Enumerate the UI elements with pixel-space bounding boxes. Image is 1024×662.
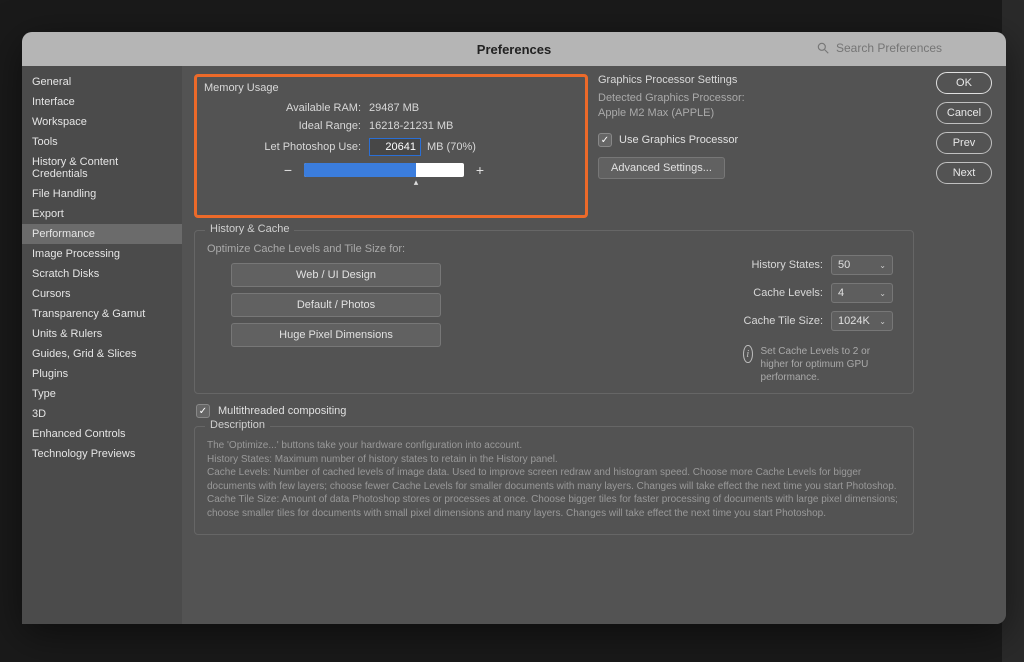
sidebar: GeneralInterfaceWorkspaceToolsHistory & … <box>22 66 182 624</box>
sidebar-item-tools[interactable]: Tools <box>22 132 182 152</box>
cache-levels-value: 4 <box>838 287 844 299</box>
sidebar-item-performance[interactable]: Performance <box>22 224 182 244</box>
cache-tile-size-label: Cache Tile Size: <box>744 315 823 327</box>
graphics-processor-group: Graphics Processor Settings Detected Gra… <box>598 74 914 179</box>
cache-levels-label: Cache Levels: <box>753 287 823 299</box>
multithread-label: Multithreaded compositing <box>218 405 346 417</box>
available-ram-row: Available RAM: 29487 MB <box>204 102 574 114</box>
preferences-window: Preferences GeneralInterfaceWorkspaceToo… <box>22 32 1006 624</box>
memory-suffix: MB (70%) <box>427 141 476 153</box>
ideal-range-value: 16218-21231 MB <box>369 120 453 132</box>
ideal-range-row: Ideal Range: 16218-21231 MB <box>204 120 574 132</box>
top-settings-row: Memory Usage Available RAM: 29487 MB Ide… <box>194 74 784 222</box>
description-text: The 'Optimize...' buttons take your hard… <box>207 439 901 520</box>
memory-slider-row: − ▴ + <box>280 162 574 178</box>
sidebar-item-history-content-credentials[interactable]: History & Content Credentials <box>22 152 182 184</box>
optimize-web-ui-design-button[interactable]: Web / UI Design <box>231 263 441 287</box>
sidebar-item-plugins[interactable]: Plugins <box>22 364 182 384</box>
titlebar: Preferences <box>22 32 1006 66</box>
cache-tile-size-row: Cache Tile Size: 1024K ⌄ <box>744 311 893 331</box>
dialog-actions: OK Cancel Prev Next <box>936 72 992 184</box>
sidebar-item-file-handling[interactable]: File Handling <box>22 184 182 204</box>
memory-slider-thumb[interactable]: ▴ <box>414 177 419 188</box>
let-photoshop-use-label: Let Photoshop Use: <box>204 141 369 153</box>
next-button[interactable]: Next <box>936 162 992 184</box>
available-ram-value: 29487 MB <box>369 102 419 114</box>
history-states-label: History States: <box>751 259 823 271</box>
cache-levels-row: Cache Levels: 4 ⌄ <box>753 283 893 303</box>
search-wrap <box>816 37 996 59</box>
advanced-settings-button[interactable]: Advanced Settings... <box>598 157 725 179</box>
cache-info-row: i Set Cache Levels to 2 or higher for op… <box>743 345 893 384</box>
sidebar-item-technology-previews[interactable]: Technology Previews <box>22 444 182 464</box>
memory-slider-fill <box>304 163 416 177</box>
available-ram-label: Available RAM: <box>204 102 369 114</box>
use-gpu-checkbox[interactable]: ✓ <box>598 133 612 147</box>
optimize-label: Optimize Cache Levels and Tile Size for: <box>207 243 901 255</box>
multithread-row: ✓ Multithreaded compositing <box>196 404 994 418</box>
chevron-down-icon: ⌄ <box>879 289 886 298</box>
memory-input[interactable] <box>369 138 421 156</box>
use-gpu-row: ✓ Use Graphics Processor <box>598 133 914 147</box>
slider-decrease-button[interactable]: − <box>280 162 296 178</box>
optimize-huge-pixel-dimensions-button[interactable]: Huge Pixel Dimensions <box>231 323 441 347</box>
chevron-down-icon: ⌄ <box>879 317 886 326</box>
sidebar-item-enhanced-controls[interactable]: Enhanced Controls <box>22 424 182 444</box>
main-content: OK Cancel Prev Next Memory Usage Availab… <box>182 66 1006 624</box>
memory-slider[interactable]: ▴ <box>304 163 464 177</box>
ideal-range-label: Ideal Range: <box>204 120 369 132</box>
cache-levels-select[interactable]: 4 ⌄ <box>831 283 893 303</box>
multithread-checkbox[interactable]: ✓ <box>196 404 210 418</box>
ok-button[interactable]: OK <box>936 72 992 94</box>
description-legend: Description <box>205 419 270 431</box>
gpu-detected-label: Detected Graphics Processor: <box>598 92 914 104</box>
optimize-buttons: Web / UI Design Default / Photos Huge Pixe… <box>231 263 441 347</box>
cache-tile-size-value: 1024K <box>838 315 870 327</box>
cache-tile-size-select[interactable]: 1024K ⌄ <box>831 311 893 331</box>
use-gpu-label: Use Graphics Processor <box>619 134 738 146</box>
search-input[interactable] <box>836 37 996 59</box>
sidebar-item-interface[interactable]: Interface <box>22 92 182 112</box>
sidebar-item-scratch-disks[interactable]: Scratch Disks <box>22 264 182 284</box>
history-states-row: History States: 50 ⌄ <box>751 255 893 275</box>
optimize-default-photos-button[interactable]: Default / Photos <box>231 293 441 317</box>
sidebar-item-general[interactable]: General <box>22 72 182 92</box>
memory-usage-group: Memory Usage Available RAM: 29487 MB Ide… <box>194 74 584 194</box>
slider-increase-button[interactable]: + <box>472 162 488 178</box>
window-title: Preferences <box>477 42 551 57</box>
sidebar-item-export[interactable]: Export <box>22 204 182 224</box>
sidebar-item-guides-grid-slices[interactable]: Guides, Grid & Slices <box>22 344 182 364</box>
history-right-controls: History States: 50 ⌄ Cache Levels: 4 ⌄ <box>743 255 893 384</box>
history-states-value: 50 <box>838 259 850 271</box>
let-photoshop-use-row: Let Photoshop Use: MB (70%) <box>204 138 574 156</box>
sidebar-item-workspace[interactable]: Workspace <box>22 112 182 132</box>
memory-usage-legend: Memory Usage <box>204 82 574 94</box>
history-cache-group: History & Cache Optimize Cache Levels an… <box>194 230 914 394</box>
sidebar-item-transparency-gamut[interactable]: Transparency & Gamut <box>22 304 182 324</box>
description-group: Description The 'Optimize...' buttons ta… <box>194 426 914 535</box>
cache-info-text: Set Cache Levels to 2 or higher for opti… <box>761 345 893 384</box>
history-states-select[interactable]: 50 ⌄ <box>831 255 893 275</box>
cancel-button[interactable]: Cancel <box>936 102 992 124</box>
search-icon <box>816 41 830 55</box>
sidebar-item-3d[interactable]: 3D <box>22 404 182 424</box>
sidebar-item-cursors[interactable]: Cursors <box>22 284 182 304</box>
sidebar-item-type[interactable]: Type <box>22 384 182 404</box>
gpu-legend: Graphics Processor Settings <box>598 74 914 86</box>
sidebar-item-image-processing[interactable]: Image Processing <box>22 244 182 264</box>
sidebar-item-units-rulers[interactable]: Units & Rulers <box>22 324 182 344</box>
history-cache-legend: History & Cache <box>205 223 294 235</box>
gpu-detected-value: Apple M2 Max (APPLE) <box>598 107 914 119</box>
prev-button[interactable]: Prev <box>936 132 992 154</box>
info-icon: i <box>743 345 753 363</box>
chevron-down-icon: ⌄ <box>879 261 886 270</box>
window-body: GeneralInterfaceWorkspaceToolsHistory & … <box>22 66 1006 624</box>
